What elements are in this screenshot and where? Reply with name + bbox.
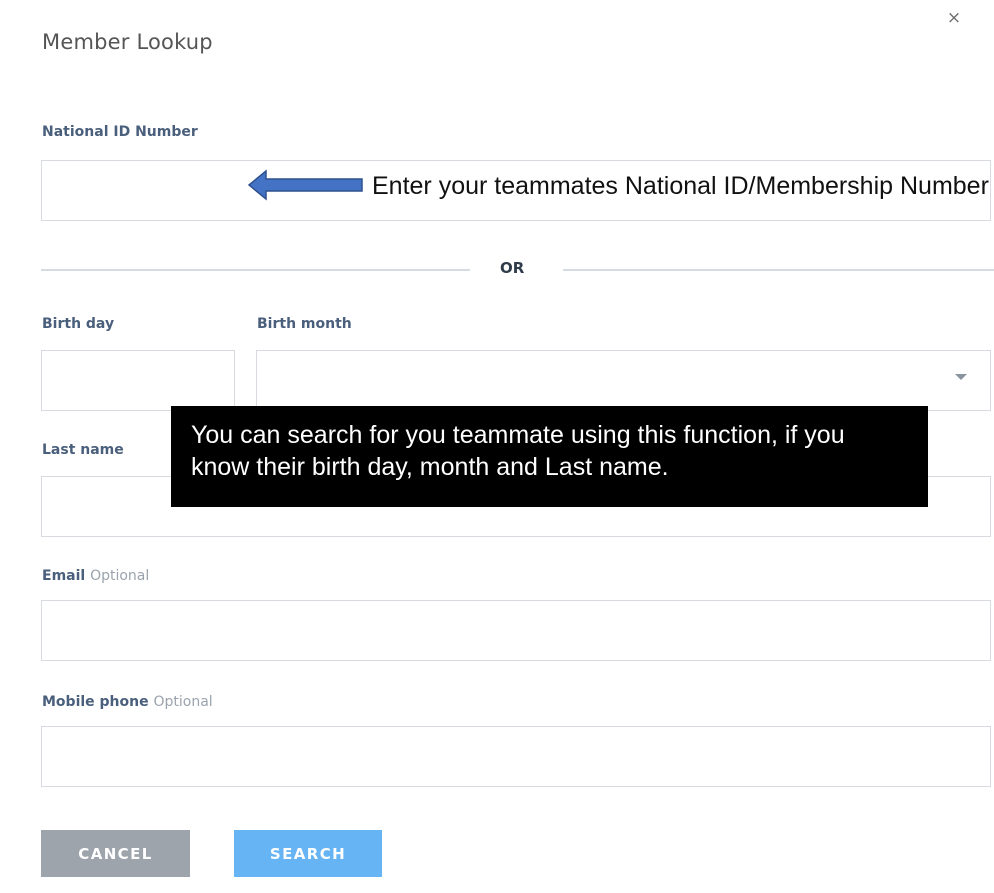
mobile-phone-label: Mobile phone Optional xyxy=(42,694,213,710)
mobile-phone-input[interactable] xyxy=(42,727,990,786)
cancel-button[interactable]: CANCEL xyxy=(41,830,190,877)
left-arrow-icon xyxy=(248,169,363,201)
mobile-phone-optional-hint: Optional xyxy=(153,694,213,710)
or-divider-text: OR xyxy=(500,259,525,277)
national-id-annotation: Enter your teammates National ID/Members… xyxy=(372,172,989,200)
birth-day-input[interactable] xyxy=(42,351,234,410)
dialog-top-strip xyxy=(0,0,994,10)
dialog-title: Member Lookup xyxy=(42,30,213,54)
chevron-down-icon[interactable] xyxy=(955,374,967,380)
email-label: Email Optional xyxy=(42,568,149,584)
email-optional-hint: Optional xyxy=(90,568,150,584)
birth-month-select[interactable] xyxy=(256,350,991,411)
national-id-label: National ID Number xyxy=(42,124,198,140)
email-input[interactable] xyxy=(42,601,990,660)
search-help-callout: You can search for you teammate using th… xyxy=(171,406,928,507)
divider-line-left xyxy=(41,269,470,271)
mobile-phone-field[interactable] xyxy=(41,726,991,787)
mobile-phone-label-text: Mobile phone xyxy=(42,694,149,710)
birth-day-field[interactable] xyxy=(41,350,235,411)
email-field[interactable] xyxy=(41,600,991,661)
birth-day-label: Birth day xyxy=(42,316,115,332)
last-name-label: Last name xyxy=(42,442,124,458)
close-icon[interactable]: × xyxy=(944,8,964,28)
search-button[interactable]: SEARCH xyxy=(234,830,382,877)
divider-line-right xyxy=(563,269,994,271)
birth-month-label: Birth month xyxy=(257,316,352,332)
email-label-text: Email xyxy=(42,568,86,584)
